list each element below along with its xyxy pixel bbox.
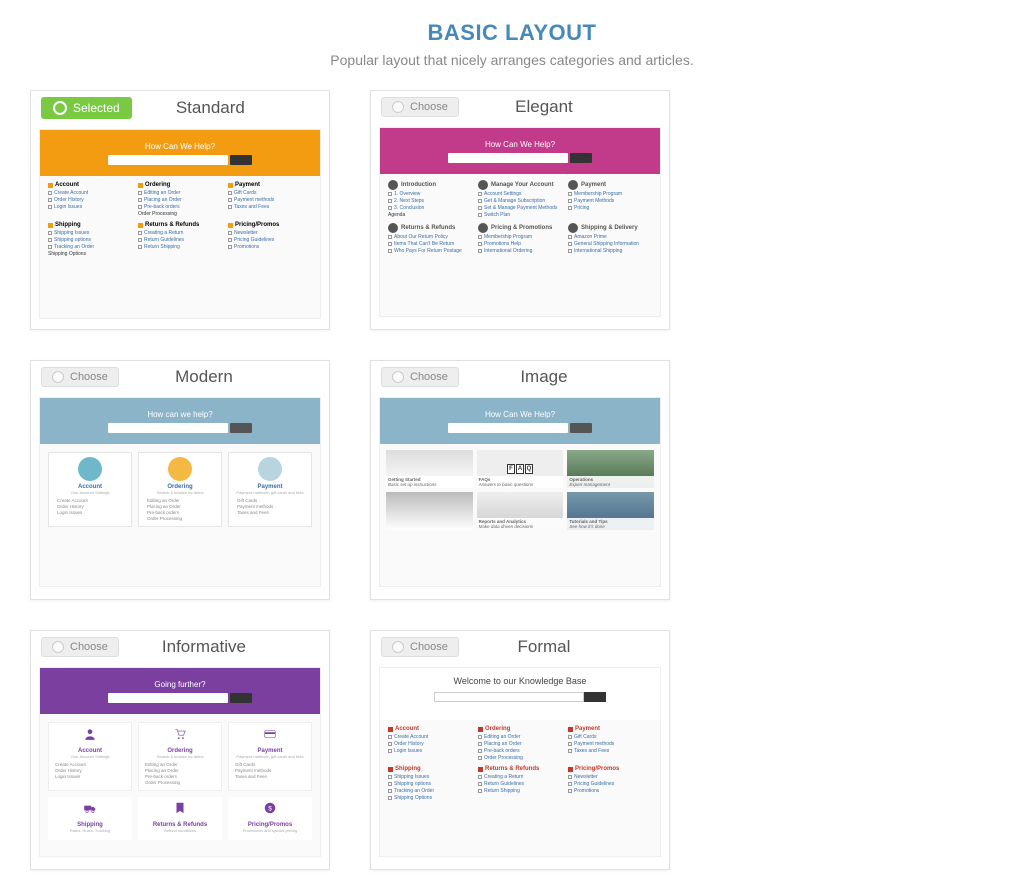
layout-card-informative[interactable]: Choose Informative Going further? Accoun… [30, 630, 330, 870]
preview-elegant: How Can We Help? Introduction1. Overview… [379, 127, 661, 317]
page-title: BASIC LAYOUT [30, 20, 994, 46]
person-icon [83, 727, 97, 741]
selected-label: Selected [73, 101, 120, 115]
layout-card-formal[interactable]: Choose Formal Welcome to our Knowledge B… [370, 630, 670, 870]
cart-icon [173, 727, 187, 741]
layout-card-image[interactable]: Choose Image How Can We Help? Getting St… [370, 360, 670, 600]
radio-icon [52, 371, 64, 383]
layout-card-elegant[interactable]: Choose Elegant How Can We Help? Introduc… [370, 90, 670, 330]
hero-text: How can we help? [147, 410, 212, 419]
choose-button[interactable]: Choose [41, 637, 119, 657]
dollar-icon: $ [263, 801, 277, 815]
person-icon [78, 457, 102, 481]
selected-ring-icon [53, 101, 67, 115]
hero-text: Welcome to our Knowledge Base [380, 676, 660, 686]
preview-image: How Can We Help? Getting StartedBasic se… [379, 397, 661, 587]
hero-text: How Can We Help? [485, 410, 555, 419]
layout-name: Elegant [459, 97, 629, 117]
choose-button[interactable]: Choose [381, 97, 459, 117]
layout-card-modern[interactable]: Choose Modern How can we help? AccountYo… [30, 360, 330, 600]
page-subtitle: Popular layout that nicely arranges cate… [30, 52, 994, 68]
layout-card-standard[interactable]: Selected Standard How Can We Help? Accou… [30, 90, 330, 330]
layout-name: Standard [132, 98, 289, 118]
bookmark-icon [173, 801, 187, 815]
radio-icon [52, 641, 64, 653]
cart-icon [168, 457, 192, 481]
layout-name: Modern [119, 367, 289, 387]
layout-name: Informative [119, 637, 289, 657]
choose-button[interactable]: Choose [381, 637, 459, 657]
radio-icon [392, 641, 404, 653]
preview-informative: Going further? AccountYour Account Setti… [39, 667, 321, 857]
radio-icon [392, 371, 404, 383]
card-icon [263, 727, 277, 741]
card-icon [258, 457, 282, 481]
radio-icon [392, 101, 404, 113]
choose-button[interactable]: Choose [381, 367, 459, 387]
layout-grid: Selected Standard How Can We Help? Accou… [30, 90, 994, 870]
truck-icon [83, 801, 97, 815]
preview-formal: Welcome to our Knowledge Base AccountCre… [379, 667, 661, 857]
preview-modern: How can we help? AccountYour Account Set… [39, 397, 321, 587]
svg-text:$: $ [268, 805, 272, 812]
selected-badge: Selected [41, 97, 132, 119]
hero-text: How Can We Help? [145, 142, 215, 151]
preview-standard: How Can We Help? AccountCreate AccountOr… [39, 129, 321, 319]
choose-button[interactable]: Choose [41, 367, 119, 387]
layout-name: Image [459, 367, 629, 387]
hero-text: How Can We Help? [485, 140, 555, 149]
layout-name: Formal [459, 637, 629, 657]
hero-text: Going further? [154, 680, 205, 689]
